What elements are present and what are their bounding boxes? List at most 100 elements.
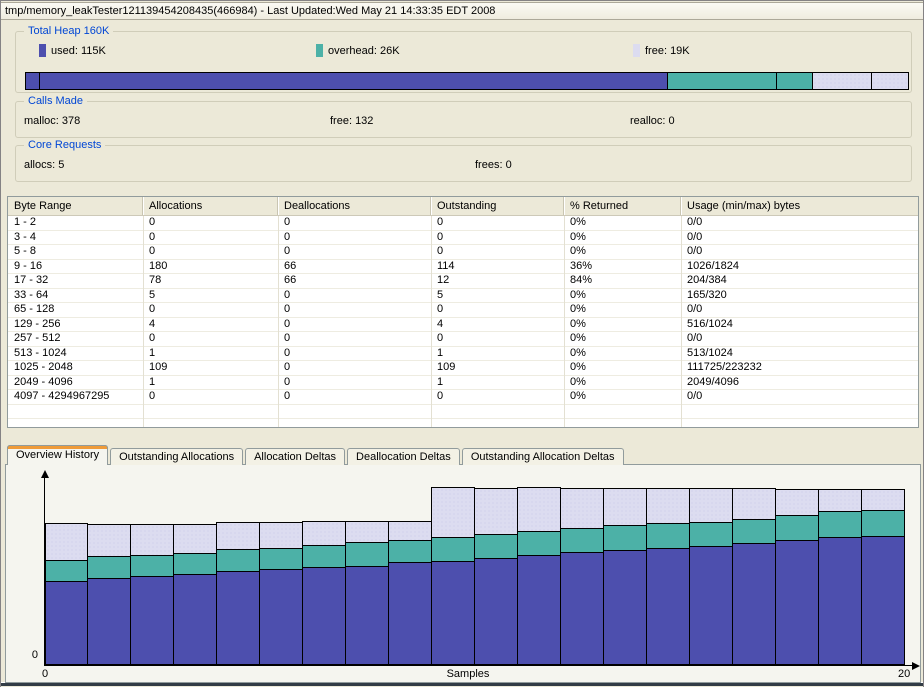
tab-outstanding-allocations[interactable]: Outstanding Allocations: [110, 448, 243, 465]
table-cell: 0: [431, 216, 564, 230]
tab-overview-history[interactable]: Overview History: [7, 445, 108, 465]
column-header--returned[interactable]: % Returned: [564, 197, 681, 215]
table-row[interactable]: 9 - 161806611436%1026/1824: [8, 260, 918, 275]
table-cell: 0/0: [681, 216, 918, 230]
x-axis-tick-0: 0: [42, 668, 48, 680]
chart-bar-segment-overhead: [45, 560, 88, 582]
chart-bar-segment-free: [388, 521, 432, 541]
chart-bar: [345, 521, 389, 665]
table-cell: 1: [143, 376, 278, 390]
table-row[interactable]: 1025 - 204810901090%111725/223232: [8, 361, 918, 376]
chart-bar-segment-used: [646, 548, 690, 665]
table-row[interactable]: 3 - 40000%0/0: [8, 231, 918, 246]
calls-made-group: Calls Made malloc: 378 free: 132 realloc…: [15, 101, 912, 138]
chart-bar-segment-overhead: [431, 537, 475, 562]
table-row[interactable]: 5 - 80000%0/0: [8, 245, 918, 260]
table-cell: 66: [278, 260, 431, 274]
chart-bar-segment-overhead: [560, 528, 604, 553]
table-body: 1 - 20000%0/03 - 40000%0/05 - 80000%0/09…: [8, 216, 918, 427]
chart-bar-segment-overhead: [259, 548, 303, 570]
table-cell: 516/1024: [681, 318, 918, 332]
table-cell: 0: [431, 332, 564, 346]
table-cell: 0%: [564, 390, 681, 404]
table-cell: [431, 405, 564, 419]
table-row-empty: [8, 419, 918, 428]
legend-overhead-label: overhead: 26K: [328, 45, 400, 57]
table-row[interactable]: 33 - 645050%165/320: [8, 289, 918, 304]
table-row[interactable]: 1 - 20000%0/0: [8, 216, 918, 231]
chart-bar-segment-overhead: [474, 534, 518, 559]
table-cell: 0: [278, 376, 431, 390]
chart-bar-segment-used: [87, 578, 131, 665]
heap-segment-overhead: [777, 73, 813, 89]
free-count: free: 132: [330, 115, 373, 127]
table-cell: 0: [278, 361, 431, 375]
table-cell: 0: [143, 390, 278, 404]
table-cell: [278, 419, 431, 428]
x-axis-line: [44, 665, 916, 666]
table-column-separator: [431, 216, 432, 427]
table-row[interactable]: 4097 - 42949672950000%0/0: [8, 390, 918, 405]
table-cell: 0: [431, 231, 564, 245]
table-cell: 5 - 8: [8, 245, 143, 259]
chart-bar-segment-overhead: [646, 523, 690, 549]
table-cell: 0%: [564, 231, 681, 245]
column-header-usage-min-max-bytes[interactable]: Usage (min/max) bytes: [681, 197, 918, 215]
column-header-deallocations[interactable]: Deallocations: [278, 197, 431, 215]
table-cell: 0/0: [681, 231, 918, 245]
heap-segment-used: [26, 73, 40, 89]
table-cell: [278, 405, 431, 419]
table-cell: 1025 - 2048: [8, 361, 143, 375]
table-cell: [8, 419, 143, 428]
chart-bar-segment-used: [259, 569, 303, 665]
chart-bar-segment-used: [603, 550, 647, 665]
table-cell: 4097 - 4294967295: [8, 390, 143, 404]
tab-allocation-deltas[interactable]: Allocation Deltas: [245, 448, 345, 465]
chart-bar: [603, 488, 647, 665]
chart-bar: [775, 489, 819, 665]
chart-bar-segment-free: [646, 488, 690, 524]
table-cell: 165/320: [681, 289, 918, 303]
chart-bar-segment-overhead: [517, 531, 561, 556]
table-row[interactable]: 129 - 2564040%516/1024: [8, 318, 918, 333]
table-cell: 0%: [564, 361, 681, 375]
chart-bar-segment-used: [689, 546, 733, 665]
table-cell: 0: [278, 332, 431, 346]
table-cell: 180: [143, 260, 278, 274]
column-header-allocations[interactable]: Allocations: [143, 197, 278, 215]
table-row[interactable]: 257 - 5120000%0/0: [8, 332, 918, 347]
heap-usage-bar: [25, 72, 909, 90]
chart-bar-segment-free: [517, 487, 561, 532]
table-cell: 513/1024: [681, 347, 918, 361]
table-row[interactable]: 513 - 10241010%513/1024: [8, 347, 918, 362]
chart-bar-segment-overhead: [388, 540, 432, 563]
table-cell: 0: [278, 216, 431, 230]
table-cell: 0: [431, 245, 564, 259]
table-cell: 1: [431, 347, 564, 361]
tab-outstanding-allocation-deltas[interactable]: Outstanding Allocation Deltas: [462, 448, 624, 465]
table-cell: 2049/4096: [681, 376, 918, 390]
column-header-outstanding[interactable]: Outstanding: [431, 197, 564, 215]
table-cell: 5: [143, 289, 278, 303]
frees-count: frees: 0: [475, 159, 512, 171]
tab-bar: Overview HistoryOutstanding AllocationsA…: [7, 445, 626, 465]
table-cell: 78: [143, 274, 278, 288]
tab-deallocation-deltas[interactable]: Deallocation Deltas: [347, 448, 460, 465]
table-cell: 3 - 4: [8, 231, 143, 245]
table-row[interactable]: 65 - 1280000%0/0: [8, 303, 918, 318]
chart-bar: [259, 522, 303, 665]
chart-bar-segment-free: [861, 489, 905, 511]
column-header-byte-range[interactable]: Byte Range: [8, 197, 143, 215]
table-header-row: Byte RangeAllocationsDeallocationsOutsta…: [8, 197, 918, 216]
chart-bar-segment-used: [560, 552, 604, 665]
chart-bar: [87, 524, 131, 665]
table-column-separator: [143, 216, 144, 427]
table-cell: 0%: [564, 303, 681, 317]
table-row[interactable]: 17 - 3278661284%204/384: [8, 274, 918, 289]
heap-segment-free: [813, 73, 872, 89]
chart-bar-segment-free: [560, 488, 604, 529]
table-column-separator: [564, 216, 565, 427]
chart-bar-segment-used: [732, 543, 776, 665]
table-row[interactable]: 2049 - 40961010%2049/4096: [8, 376, 918, 391]
table-cell: 0: [143, 303, 278, 317]
